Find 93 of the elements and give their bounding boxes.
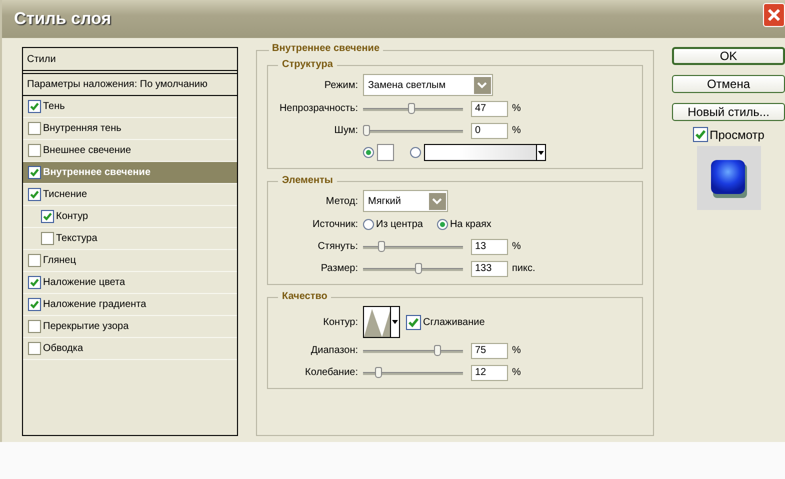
antialias-checkbox[interactable]: Сглаживание [406,314,485,330]
value-field[interactable]: 133 [471,260,508,276]
list-header: Стили [27,54,56,64]
check-icon [29,101,40,112]
dialog-button[interactable]: Новый стиль... [672,103,785,121]
slider[interactable] [363,102,463,114]
slider[interactable] [363,262,463,274]
style-item[interactable]: Тиснение [23,184,237,206]
style-item[interactable]: Тень [23,96,237,118]
section-title: Структура [278,59,337,70]
field-label: Размер: [320,263,359,274]
section-title: Качество [278,291,332,302]
radio-button[interactable] [410,147,421,158]
slider-thumb[interactable] [434,344,441,356]
checkbox[interactable] [28,320,41,333]
checkbox[interactable] [28,254,41,267]
style-item[interactable]: Внутреннее свечение [23,162,237,184]
style-item[interactable]: Наложение градиента [23,294,237,316]
field-label: Метод: [324,196,359,206]
check-icon [407,316,420,328]
slider-thumb[interactable] [378,240,385,252]
contour-picker[interactable] [363,306,400,338]
slider-thumb[interactable] [408,102,415,114]
chevron-icon [474,76,491,94]
field-label: Непрозрачность: [278,103,359,114]
checkbox[interactable] [41,210,54,223]
checkbox[interactable] [28,100,41,113]
slider[interactable] [363,124,463,136]
group-title: Внутреннее свечение [269,43,382,54]
unit-label: % [511,345,521,356]
close-icon [767,8,781,22]
slider[interactable] [363,240,463,252]
check-icon [29,167,40,178]
check-icon [694,128,707,141]
field-label: Контур: [322,316,359,328]
style-item[interactable]: Обводка [23,338,237,360]
field-label: Источник: [312,219,359,230]
color-swatch[interactable] [377,144,394,161]
field-label: Диапазон: [310,345,359,356]
slider-thumb[interactable] [363,124,370,136]
checkbox[interactable] [28,166,41,179]
field-label: Стянуть: [316,241,359,252]
radio-button[interactable] [363,147,374,158]
check-icon [29,299,40,310]
dropdown-icon [392,320,398,324]
section-title: Элементы [278,175,337,186]
dialog-button[interactable]: Отмена [672,75,785,93]
slider-thumb[interactable] [415,262,422,274]
close-button[interactable] [763,3,785,27]
gradient-picker[interactable] [424,144,546,161]
checkbox[interactable] [28,188,41,201]
style-item[interactable]: Контур [23,206,237,228]
slider[interactable] [363,344,463,356]
checkbox[interactable] [28,298,41,311]
value-field[interactable]: 0 [471,122,508,138]
checkbox[interactable] [28,144,41,157]
value-field[interactable]: 47 [471,100,508,116]
checkbox[interactable] [28,276,41,289]
checkbox[interactable] [28,342,41,355]
check-icon [42,211,53,222]
style-item[interactable]: Перекрытие узора [23,316,237,338]
unit-label: пикс. [511,263,536,274]
value-field[interactable]: 75 [471,342,508,358]
field-label: Колебание: [304,367,359,378]
style-item[interactable]: Текстура [23,228,237,250]
field-label: Шум: [333,125,359,136]
check-icon [29,189,40,200]
value-field[interactable]: 12 [471,364,508,380]
checkbox[interactable] [41,232,54,245]
field-label: Режим: [323,80,359,90]
radio-option[interactable]: На краях [436,219,492,230]
unit-label: % [511,367,521,378]
blending-options-item[interactable]: Параметры наложения: По умолчанию [23,74,237,96]
check-icon [29,277,40,288]
dialog-button[interactable]: OK [672,47,785,65]
slider[interactable] [363,366,463,378]
checkbox[interactable] [28,122,41,135]
dropdown-icon [536,145,545,160]
value-field[interactable]: 13 [471,238,508,254]
style-item[interactable]: Наложение цвета [23,272,237,294]
unit-label: % [511,241,521,252]
radio-option[interactable]: Из центра [363,219,423,230]
style-item[interactable]: Внутренняя тень [23,118,237,140]
dropdown[interactable]: Мягкий [363,190,448,212]
preview-checkbox[interactable]: Просмотр [692,127,764,142]
window-title: Стиль слоя [14,9,112,29]
unit-label: % [511,103,521,114]
contour-curve-icon [364,307,390,337]
slider-thumb[interactable] [375,366,382,378]
chevron-icon [428,192,446,210]
unit-label: % [511,125,521,136]
style-item[interactable]: Глянец [23,250,237,272]
dropdown[interactable]: Замена светлым [363,74,493,96]
